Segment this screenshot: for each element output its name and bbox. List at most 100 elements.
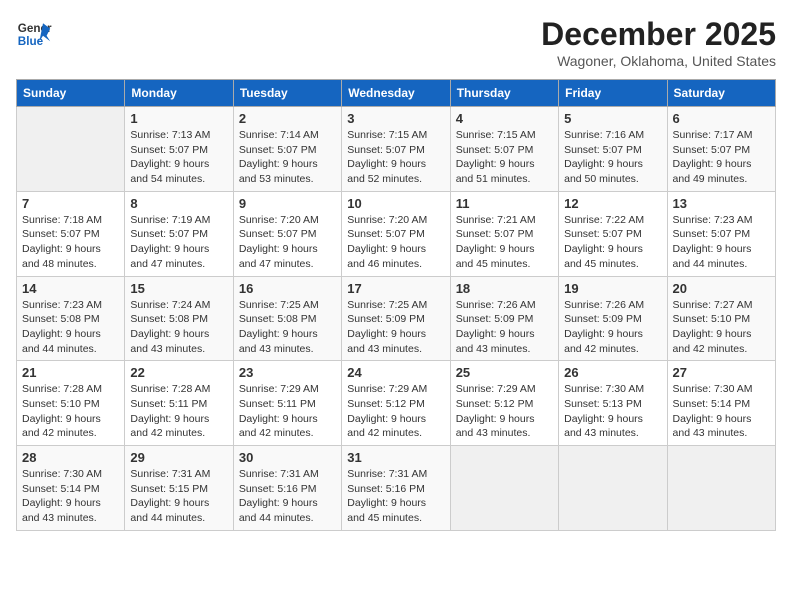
calendar-cell bbox=[17, 107, 125, 192]
calendar-cell: 10 Sunrise: 7:20 AMSunset: 5:07 PMDayligh… bbox=[342, 191, 450, 276]
day-info: Sunrise: 7:29 AMSunset: 5:11 PMDaylight:… bbox=[239, 382, 336, 441]
day-number: 15 bbox=[130, 281, 227, 296]
day-info: Sunrise: 7:24 AMSunset: 5:08 PMDaylight:… bbox=[130, 298, 227, 357]
calendar-cell: 13 Sunrise: 7:23 AMSunset: 5:07 PMDayligh… bbox=[667, 191, 775, 276]
weekday-header-cell: Saturday bbox=[667, 80, 775, 107]
day-info: Sunrise: 7:28 AMSunset: 5:11 PMDaylight:… bbox=[130, 382, 227, 441]
calendar-cell: 24Sunrise: 7:29 AMSunset: 5:12 PMDayligh… bbox=[342, 361, 450, 446]
calendar-cell: 16Sunrise: 7:25 AMSunset: 5:08 PMDayligh… bbox=[233, 276, 341, 361]
calendar-cell: 4 Sunrise: 7:15 AMSunset: 5:07 PMDaylight… bbox=[450, 107, 558, 192]
day-number: 10 bbox=[347, 196, 444, 211]
weekday-header-cell: Friday bbox=[559, 80, 667, 107]
day-number: 26 bbox=[564, 365, 661, 380]
day-info: Sunrise: 7:30 AMSunset: 5:14 PMDaylight:… bbox=[673, 382, 770, 441]
logo-icon: General Blue bbox=[16, 16, 52, 52]
day-info: Sunrise: 7:29 AMSunset: 5:12 PMDaylight:… bbox=[456, 382, 553, 441]
calendar-cell: 2 Sunrise: 7:14 AMSunset: 5:07 PMDaylight… bbox=[233, 107, 341, 192]
day-number: 27 bbox=[673, 365, 770, 380]
day-number: 7 bbox=[22, 196, 119, 211]
calendar-week-row: 14 Sunrise: 7:23 AMSunset: 5:08 PMDayligh… bbox=[17, 276, 776, 361]
day-info: Sunrise: 7:31 AMSunset: 5:15 PMDaylight:… bbox=[130, 467, 227, 526]
calendar-cell: 12 Sunrise: 7:22 AMSunset: 5:07 PMDayligh… bbox=[559, 191, 667, 276]
day-info: Sunrise: 7:17 AMSunset: 5:07 PMDaylight:… bbox=[673, 128, 770, 187]
day-number: 9 bbox=[239, 196, 336, 211]
calendar-cell: 23 Sunrise: 7:29 AMSunset: 5:11 PMDayligh… bbox=[233, 361, 341, 446]
weekday-header-cell: Sunday bbox=[17, 80, 125, 107]
calendar-cell: 25 Sunrise: 7:29 AMSunset: 5:12 PMDayligh… bbox=[450, 361, 558, 446]
calendar-cell: 15 Sunrise: 7:24 AMSunset: 5:08 PMDayligh… bbox=[125, 276, 233, 361]
day-number: 29 bbox=[130, 450, 227, 465]
day-number: 19 bbox=[564, 281, 661, 296]
day-info: Sunrise: 7:18 AMSunset: 5:07 PMDaylight:… bbox=[22, 213, 119, 272]
day-number: 17 bbox=[347, 281, 444, 296]
location-title: Wagoner, Oklahoma, United States bbox=[541, 53, 776, 69]
day-number: 23 bbox=[239, 365, 336, 380]
day-number: 1 bbox=[130, 111, 227, 126]
day-info: Sunrise: 7:23 AMSunset: 5:08 PMDaylight:… bbox=[22, 298, 119, 357]
day-number: 13 bbox=[673, 196, 770, 211]
svg-text:Blue: Blue bbox=[18, 35, 44, 48]
calendar-cell: 14 Sunrise: 7:23 AMSunset: 5:08 PMDayligh… bbox=[17, 276, 125, 361]
day-info: Sunrise: 7:26 AMSunset: 5:09 PMDaylight:… bbox=[456, 298, 553, 357]
day-info: Sunrise: 7:19 AMSunset: 5:07 PMDaylight:… bbox=[130, 213, 227, 272]
weekday-header-cell: Wednesday bbox=[342, 80, 450, 107]
day-number: 21 bbox=[22, 365, 119, 380]
day-info: Sunrise: 7:22 AMSunset: 5:07 PMDaylight:… bbox=[564, 213, 661, 272]
calendar-week-row: 1Sunrise: 7:13 AMSunset: 5:07 PMDaylight… bbox=[17, 107, 776, 192]
calendar-body: 1Sunrise: 7:13 AMSunset: 5:07 PMDaylight… bbox=[17, 107, 776, 531]
calendar-cell: 29 Sunrise: 7:31 AMSunset: 5:15 PMDayligh… bbox=[125, 446, 233, 531]
day-info: Sunrise: 7:27 AMSunset: 5:10 PMDaylight:… bbox=[673, 298, 770, 357]
day-info: Sunrise: 7:28 AMSunset: 5:10 PMDaylight:… bbox=[22, 382, 119, 441]
weekday-header-cell: Monday bbox=[125, 80, 233, 107]
day-info: Sunrise: 7:20 AMSunset: 5:07 PMDaylight:… bbox=[347, 213, 444, 272]
day-number: 20 bbox=[673, 281, 770, 296]
day-info: Sunrise: 7:14 AMSunset: 5:07 PMDaylight:… bbox=[239, 128, 336, 187]
calendar-cell: 11Sunrise: 7:21 AMSunset: 5:07 PMDayligh… bbox=[450, 191, 558, 276]
calendar-cell: 6 Sunrise: 7:17 AMSunset: 5:07 PMDaylight… bbox=[667, 107, 775, 192]
day-info: Sunrise: 7:25 AMSunset: 5:09 PMDaylight:… bbox=[347, 298, 444, 357]
calendar-cell: 5 Sunrise: 7:16 AMSunset: 5:07 PMDaylight… bbox=[559, 107, 667, 192]
month-title: December 2025 bbox=[541, 16, 776, 53]
day-number: 5 bbox=[564, 111, 661, 126]
day-info: Sunrise: 7:16 AMSunset: 5:07 PMDaylight:… bbox=[564, 128, 661, 187]
calendar-cell: 30Sunrise: 7:31 AMSunset: 5:16 PMDayligh… bbox=[233, 446, 341, 531]
day-number: 14 bbox=[22, 281, 119, 296]
calendar-cell: 8 Sunrise: 7:19 AMSunset: 5:07 PMDaylight… bbox=[125, 191, 233, 276]
weekday-header-cell: Tuesday bbox=[233, 80, 341, 107]
calendar-cell: 9 Sunrise: 7:20 AMSunset: 5:07 PMDaylight… bbox=[233, 191, 341, 276]
day-number: 18 bbox=[456, 281, 553, 296]
calendar-cell: 1Sunrise: 7:13 AMSunset: 5:07 PMDaylight… bbox=[125, 107, 233, 192]
calendar-cell: 19Sunrise: 7:26 AMSunset: 5:09 PMDayligh… bbox=[559, 276, 667, 361]
day-number: 12 bbox=[564, 196, 661, 211]
day-number: 3 bbox=[347, 111, 444, 126]
day-info: Sunrise: 7:31 AMSunset: 5:16 PMDaylight:… bbox=[239, 467, 336, 526]
calendar-cell: 22 Sunrise: 7:28 AMSunset: 5:11 PMDayligh… bbox=[125, 361, 233, 446]
calendar-cell: 20 Sunrise: 7:27 AMSunset: 5:10 PMDayligh… bbox=[667, 276, 775, 361]
day-number: 28 bbox=[22, 450, 119, 465]
day-number: 2 bbox=[239, 111, 336, 126]
calendar-cell: 3 Sunrise: 7:15 AMSunset: 5:07 PMDaylight… bbox=[342, 107, 450, 192]
day-info: Sunrise: 7:21 AMSunset: 5:07 PMDaylight:… bbox=[456, 213, 553, 272]
day-info: Sunrise: 7:20 AMSunset: 5:07 PMDaylight:… bbox=[239, 213, 336, 272]
calendar-cell: 28 Sunrise: 7:30 AMSunset: 5:14 PMDayligh… bbox=[17, 446, 125, 531]
calendar-week-row: 7 Sunrise: 7:18 AMSunset: 5:07 PMDaylight… bbox=[17, 191, 776, 276]
calendar-cell: 17 Sunrise: 7:25 AMSunset: 5:09 PMDayligh… bbox=[342, 276, 450, 361]
calendar-cell: 26 Sunrise: 7:30 AMSunset: 5:13 PMDayligh… bbox=[559, 361, 667, 446]
day-number: 22 bbox=[130, 365, 227, 380]
calendar-cell bbox=[450, 446, 558, 531]
day-info: Sunrise: 7:15 AMSunset: 5:07 PMDaylight:… bbox=[347, 128, 444, 187]
day-number: 6 bbox=[673, 111, 770, 126]
day-number: 25 bbox=[456, 365, 553, 380]
calendar-cell: 31Sunrise: 7:31 AMSunset: 5:16 PMDayligh… bbox=[342, 446, 450, 531]
calendar-week-row: 21 Sunrise: 7:28 AMSunset: 5:10 PMDayligh… bbox=[17, 361, 776, 446]
day-info: Sunrise: 7:30 AMSunset: 5:14 PMDaylight:… bbox=[22, 467, 119, 526]
day-number: 4 bbox=[456, 111, 553, 126]
day-info: Sunrise: 7:30 AMSunset: 5:13 PMDaylight:… bbox=[564, 382, 661, 441]
day-number: 16 bbox=[239, 281, 336, 296]
day-info: Sunrise: 7:23 AMSunset: 5:07 PMDaylight:… bbox=[673, 213, 770, 272]
day-number: 8 bbox=[130, 196, 227, 211]
day-info: Sunrise: 7:31 AMSunset: 5:16 PMDaylight:… bbox=[347, 467, 444, 526]
calendar-cell bbox=[667, 446, 775, 531]
calendar-week-row: 28 Sunrise: 7:30 AMSunset: 5:14 PMDayligh… bbox=[17, 446, 776, 531]
day-info: Sunrise: 7:15 AMSunset: 5:07 PMDaylight:… bbox=[456, 128, 553, 187]
